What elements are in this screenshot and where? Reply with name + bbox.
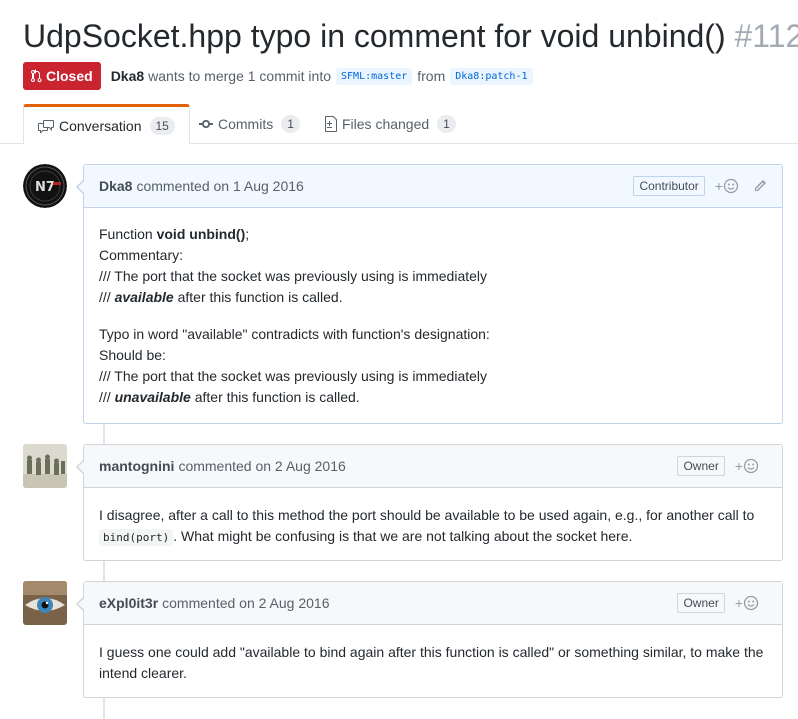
comment-dka8: Dka8 commented on 1 Aug 2016 Contributor…	[76, 164, 783, 424]
body-bold-italic: available	[114, 289, 174, 305]
meta-from: from	[417, 68, 446, 84]
state-label: Closed	[46, 68, 93, 84]
timeline-connector	[103, 424, 105, 444]
comment-discussion-icon	[38, 119, 54, 133]
comment-header: mantognini commented on 2 Aug 2016 Owner…	[84, 445, 782, 488]
comment-author[interactable]: Dka8	[99, 178, 132, 194]
n7-logo-avatar: N7	[23, 164, 67, 208]
pr-title-text: UdpSocket.hpp typo in comment for void u…	[23, 18, 726, 54]
body-text: Function	[99, 226, 157, 242]
body-text: ;	[245, 226, 250, 242]
body-text: ///	[99, 289, 115, 305]
git-commit-icon	[199, 120, 213, 128]
comment-mantognini: mantognini commented on 2 Aug 2016 Owner…	[76, 444, 783, 562]
react-plus: +	[714, 178, 723, 194]
timeline-connector	[103, 698, 105, 719]
pull-request-closed-icon	[31, 69, 42, 83]
add-reaction-button[interactable]: +	[735, 595, 759, 611]
meta-text: wants to merge 1 commit into	[148, 68, 332, 84]
react-plus: +	[734, 458, 743, 474]
role-badge: Owner	[677, 456, 725, 476]
comment-body: Function void unbind(); Commentary: /// …	[84, 208, 782, 422]
pr-meta: Closed Dka8 wants to merge 1 commit into…	[23, 62, 538, 90]
pr-tabs: Conversation 15 Commits 1 Files changed …	[0, 104, 798, 145]
comment-timestamp[interactable]: commented on 2 Aug 2016	[178, 458, 345, 474]
body-text: Should be:	[99, 347, 166, 363]
avatar-mantognini[interactable]	[23, 444, 67, 488]
body-text: after this function is called.	[173, 289, 343, 305]
edit-comment-button[interactable]	[753, 179, 767, 193]
pr-number: #112	[734, 18, 798, 54]
tab-counter: 1	[281, 115, 300, 133]
avatar-dka8[interactable]: N7	[23, 164, 67, 208]
add-reaction-button[interactable]: +	[735, 458, 759, 474]
svg-text:N7: N7	[35, 180, 55, 195]
body-text: I disagree, after a call to this method …	[99, 507, 755, 523]
comment-timestamp[interactable]: commented on 2 Aug 2016	[162, 595, 329, 611]
body-text: /// The port that the socket was previou…	[99, 368, 488, 384]
comment-timestamp[interactable]: commented on 1 Aug 2016	[136, 178, 303, 194]
smiley-icon	[743, 458, 759, 474]
head-branch[interactable]: Dka8:patch-1	[450, 67, 533, 85]
tab-counter: 15	[149, 116, 175, 135]
base-branch[interactable]: SFML:master	[336, 67, 413, 85]
comment-header: Dka8 commented on 1 Aug 2016 Contributor…	[84, 165, 782, 208]
comment-body: I disagree, after a call to this method …	[84, 488, 782, 562]
react-plus: +	[734, 595, 743, 611]
pr-title: UdpSocket.hpp typo in comment for void u…	[23, 16, 798, 56]
body-text: Typo in word "available" contradicts wit…	[99, 326, 490, 342]
state-badge: Closed	[23, 62, 101, 90]
body-text: /// The port that the socket was previou…	[99, 268, 488, 284]
eye-avatar	[23, 581, 67, 625]
body-bold: void unbind()	[156, 226, 246, 242]
comment-header: eXpl0it3r commented on 2 Aug 2016 Owner …	[84, 582, 782, 625]
tab-label: Conversation	[59, 117, 142, 134]
comment-author[interactable]: mantognini	[99, 458, 174, 474]
comment-expl0it3r: eXpl0it3r commented on 2 Aug 2016 Owner …	[76, 581, 783, 698]
body-text: ///	[99, 389, 115, 405]
body-text: I guess one could add "available to bind…	[99, 644, 764, 681]
tab-counter: 1	[437, 115, 456, 133]
body-text: after this function is called.	[190, 389, 360, 405]
file-diff-icon	[325, 116, 337, 132]
comment-body: I guess one could add "available to bind…	[84, 625, 782, 698]
role-badge: Contributor	[633, 176, 705, 196]
inline-code: bind(port)	[99, 529, 174, 546]
tab-label: Commits	[218, 116, 274, 132]
pencil-icon	[755, 180, 766, 191]
body-text: Commentary:	[99, 247, 184, 263]
tab-commits[interactable]: Commits 1	[199, 104, 300, 144]
smiley-icon	[743, 595, 759, 611]
add-reaction-button[interactable]: +	[715, 178, 739, 194]
timeline-connector	[103, 561, 105, 581]
role-badge: Owner	[677, 593, 725, 613]
body-bold-italic: unavailable	[114, 389, 191, 405]
comment-author[interactable]: eXpl0it3r	[99, 595, 158, 611]
tab-files-changed[interactable]: Files changed 1	[325, 104, 456, 144]
body-text: . What might be confusing is that we are…	[173, 528, 633, 544]
soldiers-avatar	[23, 444, 67, 488]
pr-author-link[interactable]: Dka8	[111, 68, 144, 84]
tab-label: Files changed	[342, 116, 430, 132]
smiley-icon	[723, 178, 739, 194]
tab-conversation[interactable]: Conversation 15	[23, 104, 190, 145]
avatar-expl0it3r[interactable]	[23, 581, 67, 625]
